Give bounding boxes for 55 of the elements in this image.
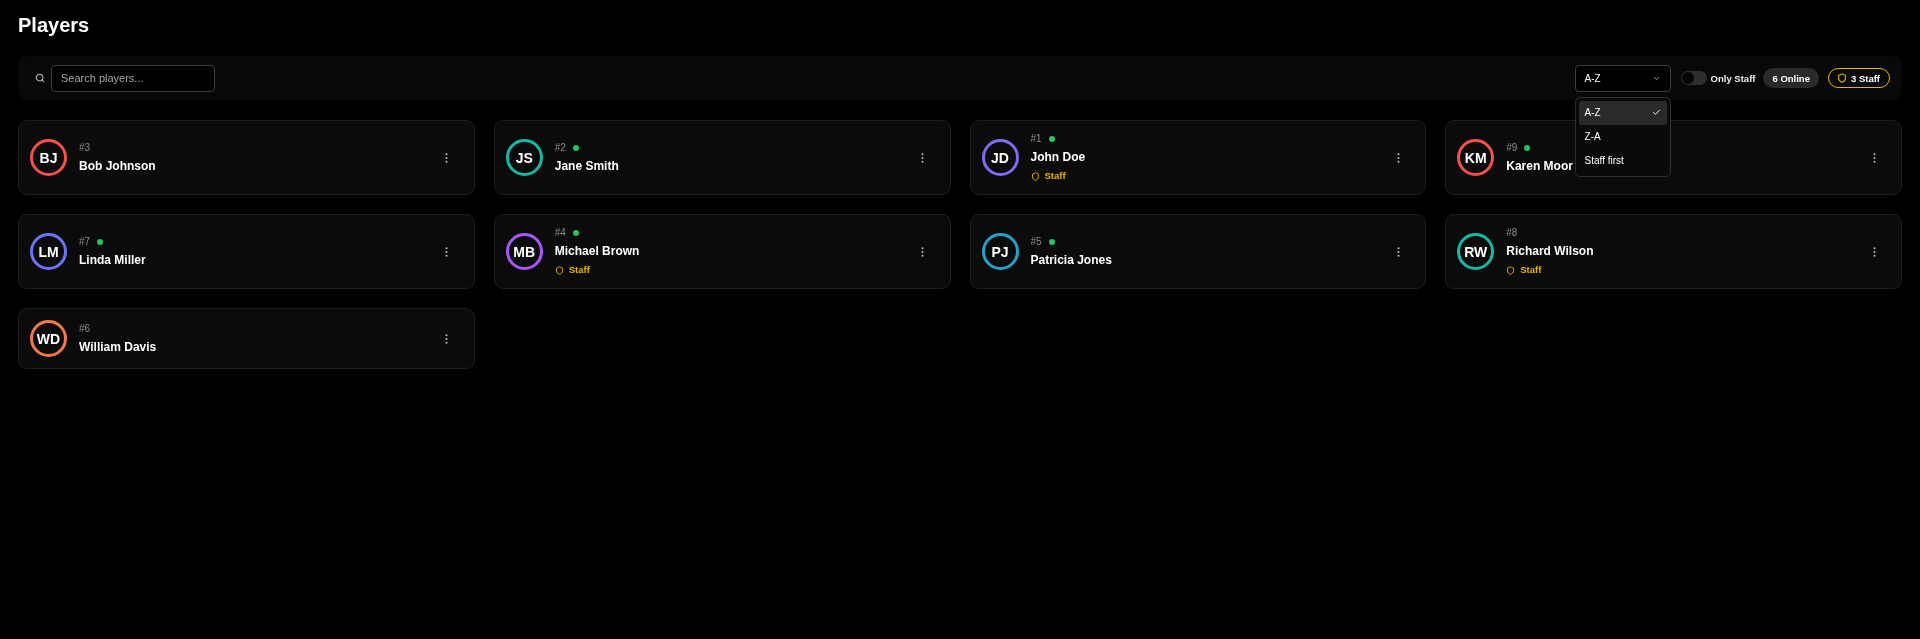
avatar: MB	[505, 233, 543, 270]
player-name: Patricia Jones	[1030, 252, 1112, 268]
avatar: JD	[981, 139, 1019, 176]
staff-label: Staff	[1044, 170, 1066, 182]
only-staff-label: Only Staff	[1710, 72, 1756, 84]
player-name: William Davis	[79, 339, 157, 355]
vertical-dots-icon	[445, 152, 449, 163]
vertical-dots-icon	[921, 152, 924, 163]
avatar: BJ	[30, 139, 67, 176]
avatar: KM	[1457, 139, 1495, 176]
shield-icon	[1030, 171, 1040, 181]
vertical-dots-icon	[1872, 246, 1876, 257]
page-title: Players	[18, 13, 90, 37]
player-name: Richard Wilson	[1506, 243, 1594, 259]
vertical-dots-icon	[445, 246, 449, 257]
player-number: #6	[79, 322, 91, 335]
avatar: RW	[1457, 233, 1495, 270]
vertical-dots-icon	[1396, 246, 1400, 257]
vertical-dots-icon	[921, 246, 924, 257]
player-number: #2	[554, 141, 566, 154]
player-number: #8	[1506, 226, 1518, 239]
staff-label: Staff	[568, 264, 590, 276]
sort-select[interactable]: A-Z	[1574, 64, 1671, 92]
shield-icon	[1506, 265, 1516, 275]
player-name: John Doe	[1030, 149, 1086, 165]
sort-option[interactable]: A-Z	[1578, 100, 1667, 125]
vertical-dots-icon	[1396, 152, 1400, 163]
player-number: #9	[1506, 141, 1518, 154]
staff-count-text: 3 Staff	[1850, 72, 1880, 84]
search-field[interactable]: Search players...	[51, 64, 215, 92]
sort-option[interactable]: Staff first	[1578, 148, 1667, 173]
player-number: #4	[554, 226, 566, 239]
avatar: LM	[30, 233, 67, 270]
player-name: Linda Miller	[79, 252, 146, 268]
shield-icon	[554, 265, 564, 275]
player-name: Michael Brown	[554, 243, 640, 259]
sort-option[interactable]: Z-A	[1578, 124, 1667, 149]
shield-icon	[1836, 73, 1847, 83]
vertical-dots-icon	[1872, 152, 1876, 163]
toggle-switch[interactable]	[1680, 71, 1707, 85]
avatar: PJ	[981, 233, 1019, 270]
online-count-badge: 6 Online	[1763, 68, 1819, 88]
player-name: Jane Smith	[554, 158, 619, 174]
check-icon	[1651, 108, 1661, 117]
player-name: Karen Moor	[1506, 158, 1573, 174]
player-number: #5	[1030, 235, 1042, 248]
player-name: Bob Johnson	[79, 158, 156, 174]
staff-label: Staff	[1520, 264, 1542, 276]
avatar: WD	[30, 320, 67, 357]
vertical-dots-icon	[445, 333, 449, 344]
avatar: JS	[505, 139, 543, 176]
player-number: #7	[79, 235, 91, 248]
player-number: #1	[1030, 132, 1042, 145]
player-number: #3	[79, 141, 91, 154]
search-icon	[35, 73, 45, 83]
